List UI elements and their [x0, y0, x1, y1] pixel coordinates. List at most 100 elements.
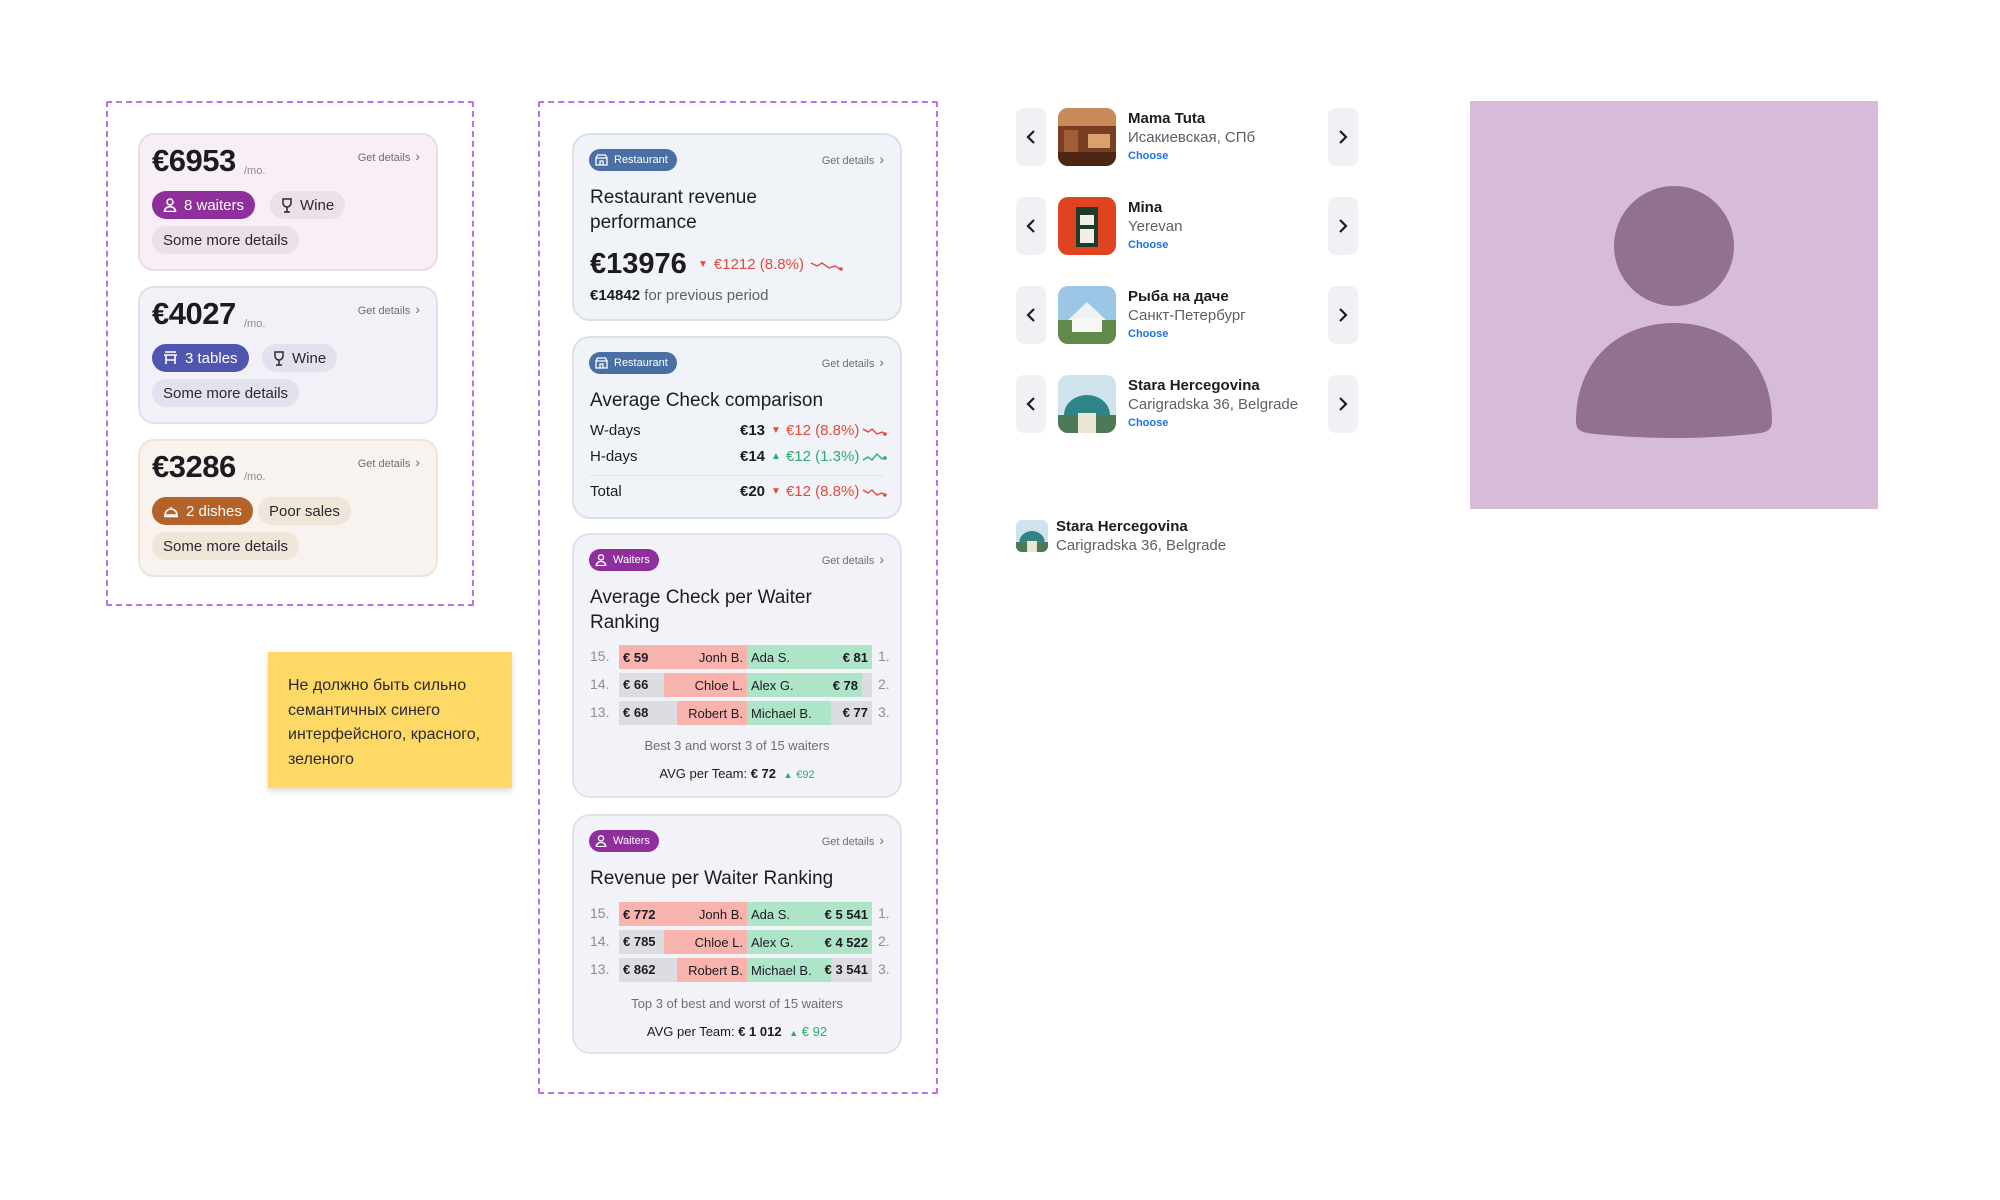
more-details-chip[interactable]: Some more details	[152, 532, 300, 560]
chevron-left-icon	[1026, 219, 1035, 233]
previous-button[interactable]	[1016, 197, 1046, 255]
avg-delta: €92	[796, 769, 815, 781]
restaurant-name: Рыба на даче	[1128, 288, 1229, 305]
get-details-link[interactable]: Get details	[358, 457, 420, 470]
user-icon	[1576, 186, 1772, 438]
delta-text: €1212 (8.8%)	[713, 256, 804, 273]
avg-delta: € 92	[801, 1024, 828, 1039]
restaurant-photo	[1058, 108, 1116, 166]
restaurant-photo	[1016, 520, 1048, 552]
get-details-link[interactable]: Get details	[822, 835, 884, 848]
chip-label: Some more details	[163, 231, 289, 249]
dishes-chip[interactable]: 2 dishes	[152, 497, 253, 525]
card-title: Revenue per Waiter Ranking	[590, 868, 834, 889]
badge-label: Waiters	[613, 554, 650, 566]
ranking-row: 15. € 772 Jonh B. Ada S. € 5 541 1.	[590, 902, 890, 926]
chip-label: Wine	[300, 196, 335, 214]
ranking-row: 13. Robert B. € 68 Michael B. € 77 3.	[590, 701, 890, 725]
tables-chip[interactable]: 3 tables	[152, 344, 249, 372]
card-amount: €3286	[152, 449, 236, 484]
best-rank: 1.	[878, 648, 890, 664]
get-details-link[interactable]: Get details	[822, 554, 884, 567]
card-title: Restaurant revenue performance	[590, 187, 757, 233]
ranking-caption: Best 3 and worst 3 of 15 waiters	[644, 738, 830, 753]
row-label: H-days	[590, 448, 638, 465]
delta-text: €12 (1.3%)	[785, 448, 860, 465]
previous-button[interactable]	[1016, 108, 1046, 166]
team-average: AVG per Team: € 1 012 ▲ € 92	[574, 1024, 900, 1039]
chevron-left-icon	[1026, 397, 1035, 411]
waiters-chip[interactable]: 8 waiters	[152, 191, 256, 219]
next-button[interactable]	[1328, 197, 1358, 255]
sparkline-icon	[810, 261, 843, 271]
row-label: W-days	[590, 422, 641, 439]
previous-button[interactable]	[1016, 286, 1046, 344]
restaurant-address: Исакиевская, СПб	[1128, 129, 1256, 146]
chevron-left-icon	[1026, 308, 1035, 322]
best-value: € 5 541	[824, 906, 868, 922]
delta-text: €12 (8.8%)	[785, 422, 860, 439]
best-name: Michael B.	[751, 962, 812, 978]
sparkline-icon	[862, 452, 888, 461]
choose-link[interactable]: Choose	[1128, 417, 1168, 429]
more-details-chip[interactable]: Some more details	[152, 226, 300, 254]
best-value: € 78	[832, 677, 858, 693]
worst-rank: 13.	[590, 961, 610, 977]
restaurant-name: Mina	[1128, 199, 1163, 216]
revenue-waiter-ranking-card[interactable]: Waiters Get details Revenue per Waiter R…	[572, 814, 902, 1054]
per-month-label: /mo.	[244, 165, 266, 177]
choose-link[interactable]: Choose	[1128, 239, 1168, 251]
worst-bar: € 59 Jonh B.	[619, 645, 747, 669]
avg-value: € 1 012	[738, 1024, 782, 1039]
arrow-down-icon: ▼	[771, 486, 781, 497]
summary-card-tables[interactable]: €4027 /mo. Get details 3 tables Wine Som…	[138, 286, 438, 424]
arrow-down-icon: ▼	[771, 425, 781, 436]
per-month-label: /mo.	[244, 318, 266, 330]
card-title: Average Check per Waiter Ranking	[590, 587, 812, 633]
get-details-link[interactable]: Get details	[358, 304, 420, 317]
ranking-row: 14. Chloe L. € 785 Alex G. € 4 522 2.	[590, 930, 890, 954]
choose-link[interactable]: Choose	[1128, 150, 1168, 162]
worst-rank: 14.	[590, 676, 610, 692]
get-details-link[interactable]: Get details	[358, 151, 420, 164]
arrow-up-icon: ▲	[783, 770, 793, 780]
best-bar: Ada S. € 5 541	[747, 902, 872, 926]
previous-button[interactable]	[1016, 375, 1046, 433]
poor-sales-chip[interactable]: Poor sales	[258, 497, 351, 525]
next-button[interactable]	[1328, 108, 1358, 166]
selected-restaurant[interactable]: Stara Hercegovina Carigradska 36, Belgra…	[1016, 518, 1276, 558]
get-details-link[interactable]: Get details	[822, 154, 884, 167]
get-details-link[interactable]: Get details	[822, 357, 884, 370]
best-bar: Michael B.	[747, 958, 831, 982]
worst-rank: 13.	[590, 704, 610, 720]
revenue-value: €13976	[590, 248, 687, 280]
worst-value: € 772	[623, 906, 656, 922]
summary-card-dishes[interactable]: €3286 /mo. Get details 2 dishes Poor sal…	[138, 439, 438, 577]
next-button[interactable]	[1328, 375, 1358, 433]
summary-card-waiters[interactable]: €6953 /mo. Get details 8 waiters Wine So…	[138, 133, 438, 271]
best-value: € 77	[842, 705, 868, 720]
more-details-chip[interactable]: Some more details	[152, 379, 300, 407]
restaurant-photo	[1058, 197, 1116, 255]
wine-chip[interactable]: Wine	[262, 344, 338, 372]
wine-chip[interactable]: Wine	[270, 191, 346, 219]
worst-name: Robert B.	[688, 705, 743, 721]
chip-label: 8 waiters	[184, 196, 245, 214]
restaurant-address: Carigradska 36, Belgrade	[1056, 537, 1227, 554]
restaurant-selector-row: Mama Tuta Исакиевская, СПб Choose	[1016, 108, 1358, 168]
best-bar: Michael B.	[747, 701, 831, 725]
choose-link[interactable]: Choose	[1128, 328, 1168, 340]
average-check-card[interactable]: Restaurant Get details Average Check com…	[572, 336, 902, 519]
best-rank: 3.	[878, 704, 890, 720]
average-check-waiter-ranking-card[interactable]: Waiters Get details Average Check per Wa…	[572, 533, 902, 798]
restaurant-selector-row: Stara Hercegovina Carigradska 36, Belgra…	[1016, 375, 1358, 435]
chip-label: Some more details	[163, 384, 289, 402]
metric-cards-frame: Restaurant Get details Restaurant revenu…	[538, 101, 938, 1094]
next-button[interactable]	[1328, 286, 1358, 344]
worst-name: Chloe L.	[694, 677, 743, 693]
best-bar: Alex G. € 4 522	[747, 930, 872, 954]
worst-bar: Chloe L.	[664, 930, 747, 954]
revenue-performance-card[interactable]: Restaurant Get details Restaurant revenu…	[572, 133, 902, 321]
best-value: € 3 541	[824, 962, 868, 977]
chip-label: Wine	[292, 349, 327, 367]
